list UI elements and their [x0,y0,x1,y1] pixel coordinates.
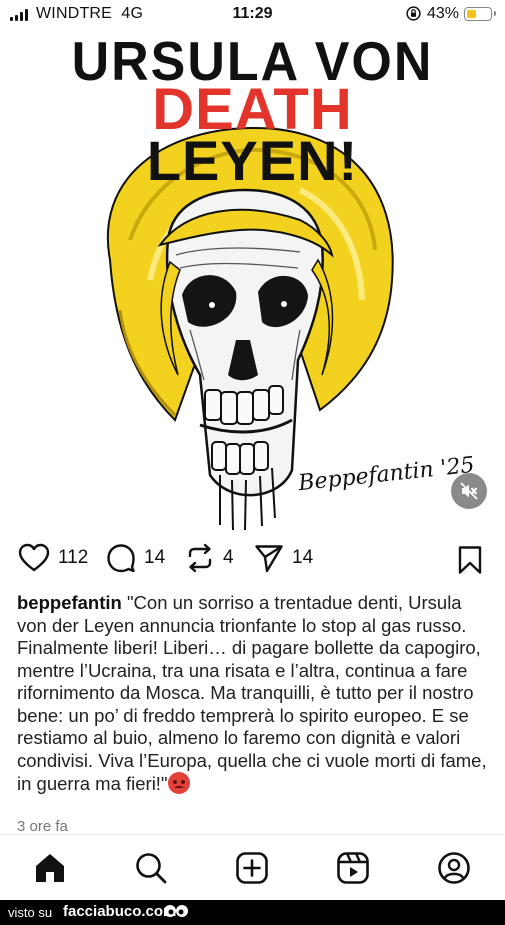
eyes-logo-icon [164,905,188,917]
nav-create[interactable] [235,851,269,885]
watermark-prefix: visto su [8,905,53,920]
rotation-lock-icon [406,6,421,21]
shares-count: 14 [292,547,314,568]
artwork-title-line3: LEYEN! [146,129,359,192]
bottom-nav [0,834,505,900]
caption-text: "Con un sorriso a trentadue denti, Ursul… [17,592,487,794]
comment-icon [107,544,135,573]
reposts-count: 4 [223,547,234,568]
bookmark-icon [458,546,482,574]
post-caption: beppefantin "Con un sorriso a trentadue … [17,592,492,796]
profile-icon [438,852,470,884]
create-icon [236,852,268,884]
mute-button[interactable] [451,473,487,509]
watermark-brand[interactable]: facciabuco.com [63,903,176,920]
reels-icon [337,852,369,884]
likes-count: 112 [58,547,89,568]
share-action[interactable]: 14 [254,543,313,573]
save-button[interactable] [457,545,483,580]
post-actions: 112 14 4 14 [0,540,505,578]
post-timestamp: 3 ore fa [17,818,68,835]
repost-icon [188,543,212,573]
muted-speaker-icon [460,482,478,500]
comment-action[interactable]: 14 [106,543,165,573]
search-icon [136,853,167,884]
caption-username[interactable]: beppefantin [17,592,122,613]
heart-icon [18,543,50,572]
nav-reels[interactable] [336,851,370,885]
battery-icon [464,7,496,21]
post-image[interactable]: URSULA VON DEATH LEYEN! Beppefantin '25 [0,30,505,530]
home-icon [36,854,64,882]
comments-count: 14 [144,547,166,568]
watermark-bar: visto su facciabuco.com [0,900,505,925]
status-bar: WINDTRE 4G 11:29 43% [0,0,505,30]
battery-percent: 43% [427,5,460,22]
send-icon [255,545,283,573]
repost-action[interactable]: 4 [185,543,234,573]
nav-profile[interactable] [437,851,471,885]
like-action[interactable]: 112 [18,543,88,573]
nav-home[interactable] [33,851,67,885]
angry-face-icon [167,772,190,794]
nav-search[interactable] [134,851,168,885]
